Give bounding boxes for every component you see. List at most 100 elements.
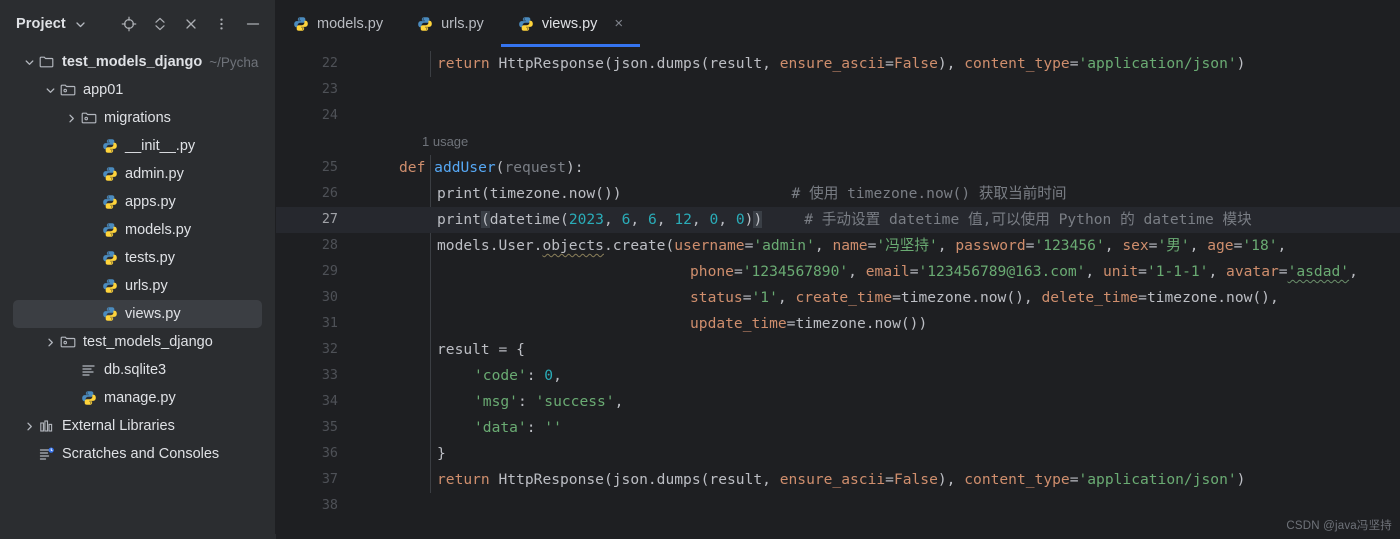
tree-item-apps-py[interactable]: apps.py: [0, 188, 275, 216]
tree-item-label: admin.py: [125, 166, 184, 182]
token-identifier-warning: objects: [542, 237, 604, 254]
tree-item-urls-py[interactable]: urls.py: [0, 272, 275, 300]
line-number: 25: [321, 160, 338, 175]
chevron-right-icon[interactable]: [63, 110, 79, 126]
code-line: def addUser(request):: [399, 159, 584, 176]
line-number: 38: [321, 498, 338, 513]
tree-item-models-py[interactable]: models.py: [0, 216, 275, 244]
minimize-panel-icon[interactable]: [244, 15, 261, 32]
token-identifier: HttpResponse: [498, 55, 604, 72]
line-number: 35: [321, 420, 338, 435]
token-identifier: timezone.now(): [489, 185, 613, 202]
token-keyword: return: [437, 55, 490, 72]
tree-item-label: views.py: [125, 306, 181, 322]
token-identifier: timezone.now(): [795, 315, 919, 332]
token-identifier: timezone.now(): [1146, 289, 1270, 306]
line-number-current: 27: [276, 207, 364, 233]
code-line: phone='1234567890', email='123456789@163…: [690, 263, 1358, 280]
line-number: 23: [321, 82, 338, 97]
code-line: return HttpResponse(json.dumps(result, e…: [437, 55, 1246, 72]
expand-collapse-icon[interactable]: [151, 15, 168, 32]
code-line: result = {: [437, 341, 525, 358]
token-kwarg: delete_time: [1041, 289, 1139, 306]
tree-item-manage-py[interactable]: manage.py: [0, 384, 275, 412]
close-icon[interactable]: ×: [614, 16, 623, 31]
token-number: 0: [735, 211, 745, 228]
token-kwarg: content_type: [964, 55, 1070, 72]
folder-module-icon: [58, 335, 77, 349]
more-options-icon[interactable]: [213, 15, 230, 32]
token-function-call: datetime: [489, 211, 561, 228]
tree-item-label: migrations: [104, 110, 171, 126]
tree-item-scratches-and-consoles[interactable]: Scratches and Consoles: [0, 440, 275, 468]
panel-toolbar: [120, 15, 265, 32]
tab-label: models.py: [317, 15, 384, 32]
line-number: 33: [321, 368, 338, 383]
collapse-all-icon[interactable]: [182, 15, 199, 32]
token-string: 'application/json': [1078, 471, 1237, 488]
token-string: '123456': [1034, 237, 1105, 254]
tree-item-migrations[interactable]: migrations: [0, 104, 275, 132]
code-line: update_time=timezone.now()): [690, 315, 928, 332]
tree-item-label: urls.py: [125, 278, 168, 294]
code-line: 'data': '': [474, 419, 562, 436]
token-comment: # 手动设置 datetime 值,可以使用 Python 的 datetime…: [804, 211, 1252, 228]
token-kwarg: ensure_ascii: [779, 471, 886, 488]
tree-item-test-models-django[interactable]: test_models_django ~/Pycha: [0, 48, 275, 76]
token-kwarg: phone: [690, 263, 734, 280]
token-kwarg: unit: [1103, 263, 1139, 280]
tree-item-db-sqlite3[interactable]: db.sqlite3: [0, 356, 275, 384]
line-number: 31: [321, 316, 338, 331]
tab-urls-py[interactable]: urls.py: [400, 0, 501, 47]
sidebar-bottom-filler: [0, 534, 276, 539]
token-string: '1234567890': [742, 263, 849, 280]
tree-item-views-py[interactable]: views.py: [13, 300, 262, 328]
tree-item-tests-py[interactable]: tests.py: [0, 244, 275, 272]
python-icon: [100, 306, 119, 322]
tab-views-py[interactable]: views.py ×: [500, 0, 641, 47]
tab-models-py[interactable]: models.py: [276, 0, 400, 47]
tree-item-label: __init__.py: [125, 138, 196, 154]
token-string: '男': [1157, 237, 1190, 254]
token-number: 0: [709, 211, 719, 228]
tree-item--init-py[interactable]: __init__.py: [0, 132, 275, 160]
scroll-from-source-icon[interactable]: [120, 15, 137, 32]
usage-hint[interactable]: 1 usage: [348, 129, 1400, 155]
tree-item-label: manage.py: [104, 390, 176, 406]
line-number: 29: [321, 264, 338, 279]
chevron-right-icon[interactable]: [21, 418, 37, 434]
tree-item-admin-py[interactable]: admin.py: [0, 160, 275, 188]
code-content[interactable]: return HttpResponse(json.dumps(result, e…: [348, 47, 1400, 539]
chevron-right-icon[interactable]: [42, 334, 58, 350]
tree-item-app01[interactable]: app01: [0, 76, 275, 104]
token-identifier: result: [437, 341, 490, 358]
project-tree[interactable]: test_models_django ~/Pycha app01 migrations…: [0, 47, 275, 539]
token-identifier: HttpResponse: [498, 471, 604, 488]
token-kwarg: status: [690, 289, 743, 306]
token-kwarg: create_time: [795, 289, 893, 306]
token-identifier: timezone.now(): [900, 289, 1024, 306]
editor-area: models.py urls.py views.py × 22 23 24 25 26…: [276, 0, 1400, 539]
tab-label: views.py: [541, 15, 598, 32]
code-line: return HttpResponse(json.dumps(result, e…: [437, 471, 1246, 488]
token-function: addUser: [434, 159, 496, 176]
token-kwarg: email: [865, 263, 910, 280]
chevron-down-icon[interactable]: [21, 54, 37, 70]
tree-item-test-models-django[interactable]: test_models_django: [0, 328, 275, 356]
code-line: 'msg': 'success',: [474, 393, 624, 410]
token-string: '': [544, 419, 562, 436]
token-string: '123456789@163.com': [918, 263, 1086, 280]
token-dict-key: 'data': [474, 419, 527, 436]
chevron-down-icon[interactable]: [42, 82, 58, 98]
watermark: CSDN @java冯坚持: [1286, 520, 1392, 532]
token-string: 'admin': [753, 237, 815, 254]
panel-title[interactable]: Project: [16, 16, 66, 32]
chevron-down-icon[interactable]: [74, 18, 87, 31]
token-string: '冯坚持': [876, 237, 938, 254]
token-param: request: [504, 159, 566, 176]
tree-item-path: ~/Pycha: [209, 54, 259, 70]
tree-item-external-libraries[interactable]: External Libraries: [0, 412, 275, 440]
code-editor[interactable]: 22 23 24 25 26 27 28 29 30 31 32 33 34 3…: [276, 47, 1400, 539]
tree-item-label: tests.py: [125, 250, 175, 266]
